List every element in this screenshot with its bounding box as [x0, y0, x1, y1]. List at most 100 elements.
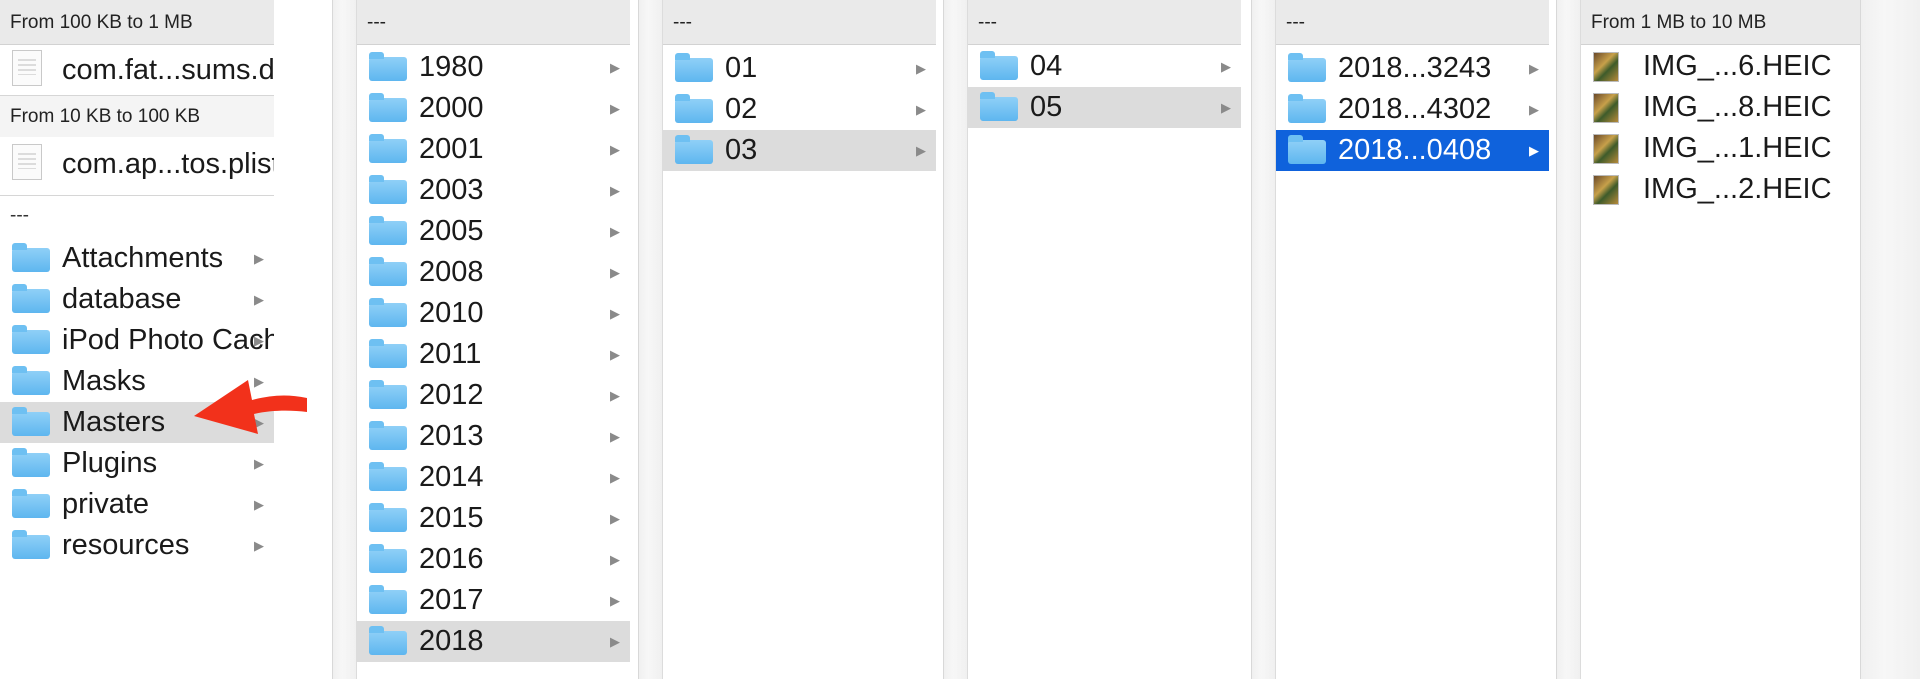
folder-item-plugins[interactable]: Plugins ▶ — [0, 443, 274, 484]
folder-item-database[interactable]: database ▶ — [0, 279, 274, 320]
folder-item-selected[interactable]: 2018...0408 ▶ — [1276, 130, 1549, 171]
folder-icon — [12, 284, 50, 313]
plist-icon — [12, 144, 42, 180]
folder-item[interactable]: 2018...4302 ▶ — [1276, 89, 1549, 130]
image-thumbnail-icon — [1593, 175, 1619, 205]
column-divider[interactable] — [1251, 0, 1275, 679]
folder-label: 2013 — [419, 420, 484, 452]
folder-label: 2018 — [419, 625, 484, 657]
folder-icon — [12, 366, 50, 395]
folder-item[interactable]: 2014 ▶ — [357, 457, 630, 498]
folder-label: 04 — [1030, 50, 1063, 82]
chevron-right-icon: ▶ — [610, 347, 620, 362]
image-file-item[interactable]: IMG_...1.HEIC — [1581, 128, 1860, 169]
column-header: --- — [663, 0, 936, 45]
folder-icon — [12, 325, 50, 354]
folder-item[interactable]: 2003 ▶ — [357, 170, 630, 211]
file-name: IMG_...1.HEIC — [1643, 132, 1832, 164]
folder-item-private[interactable]: private ▶ — [0, 484, 274, 525]
folder-item[interactable]: 2015 ▶ — [357, 498, 630, 539]
folder-item[interactable]: 2005 ▶ — [357, 211, 630, 252]
column-divider[interactable] — [638, 0, 662, 679]
folder-label: 2000 — [419, 92, 484, 124]
folder-icon — [1288, 53, 1326, 82]
chevron-right-icon: ▶ — [254, 456, 264, 471]
chevron-right-icon: ▶ — [610, 470, 620, 485]
column-header: --- — [1276, 0, 1549, 45]
column-divider[interactable] — [1556, 0, 1580, 679]
folder-item[interactable]: 04 ▶ — [968, 46, 1241, 87]
image-file-item[interactable]: IMG_...6.HEIC — [1581, 46, 1860, 87]
folder-label: Plugins — [62, 447, 158, 479]
column-divider[interactable] — [332, 0, 356, 679]
folder-icon — [675, 94, 713, 123]
file-item[interactable]: com.fat...sums.db — [0, 45, 274, 95]
file-name: IMG_...2.HEIC — [1643, 173, 1832, 205]
column-5: --- 2018...3243 ▶ 2018...4302 ▶ 2018...040… — [1275, 0, 1549, 679]
folder-item-selected[interactable]: 05 ▶ — [968, 87, 1241, 128]
chevron-right-icon: ▶ — [610, 511, 620, 526]
file-name: com.fat...sums.db — [62, 54, 274, 86]
folder-item[interactable]: 2013 ▶ — [357, 416, 630, 457]
folder-item[interactable]: 01 ▶ — [663, 48, 936, 89]
folder-item-attachments[interactable]: Attachments ▶ — [0, 238, 274, 279]
folder-label: Masters — [62, 406, 166, 438]
folder-item[interactable]: 2017 ▶ — [357, 580, 630, 621]
chevron-right-icon: ▶ — [610, 634, 620, 649]
chevron-right-icon: ▶ — [610, 593, 620, 608]
folder-icon — [675, 135, 713, 164]
document-icon — [12, 50, 42, 86]
folder-icon — [1288, 135, 1326, 164]
folder-item[interactable]: 2016 ▶ — [357, 539, 630, 580]
column-header: --- — [968, 0, 1241, 45]
folder-icon — [369, 298, 407, 327]
chevron-right-icon: ▶ — [254, 333, 264, 348]
chevron-right-icon: ▶ — [916, 102, 926, 117]
folder-label: 2016 — [419, 543, 484, 575]
column-4: --- 04 ▶ 05 ▶ — [967, 0, 1241, 679]
chevron-right-icon: ▶ — [610, 429, 620, 444]
folder-icon — [12, 407, 50, 436]
folder-label: 1980 — [419, 51, 484, 83]
folder-item-selected[interactable]: 2018 ▶ — [357, 621, 630, 662]
column-divider[interactable] — [1860, 0, 1920, 679]
chevron-right-icon: ▶ — [254, 251, 264, 266]
folder-item[interactable]: 2012 ▶ — [357, 375, 630, 416]
column-divider[interactable] — [943, 0, 967, 679]
folder-icon — [1288, 94, 1326, 123]
folder-label: 2012 — [419, 379, 484, 411]
folder-label: 2014 — [419, 461, 484, 493]
folder-item[interactable]: 2001 ▶ — [357, 129, 630, 170]
chevron-right-icon: ▶ — [610, 388, 620, 403]
file-item[interactable]: com.ap...tos.plist — [0, 139, 274, 189]
folder-item[interactable]: 02 ▶ — [663, 89, 936, 130]
folder-icon — [12, 243, 50, 272]
file-name: IMG_...8.HEIC — [1643, 91, 1832, 123]
folder-item[interactable]: 2011 ▶ — [357, 334, 630, 375]
chevron-right-icon: ▶ — [254, 497, 264, 512]
chevron-right-icon: ▶ — [610, 306, 620, 321]
folder-item[interactable]: 2000 ▶ — [357, 88, 630, 129]
chevron-right-icon: ▶ — [254, 538, 264, 553]
folder-icon — [12, 448, 50, 477]
file-name: com.ap...tos.plist — [62, 148, 274, 180]
image-file-item[interactable]: IMG_...8.HEIC — [1581, 87, 1860, 128]
column-3: --- 01 ▶ 02 ▶ 03 ▶ — [662, 0, 936, 679]
folder-item-selected[interactable]: 03 ▶ — [663, 130, 936, 171]
folder-item-ipod-photo-cache[interactable]: iPod Photo Cache ▶ — [0, 320, 274, 361]
chevron-right-icon: ▶ — [610, 224, 620, 239]
folder-label: 2011 — [419, 338, 482, 370]
image-thumbnail-icon — [1593, 134, 1619, 164]
image-file-item[interactable]: IMG_...2.HEIC — [1581, 169, 1860, 210]
folder-label: iPod Photo Cache — [62, 324, 274, 356]
folder-item[interactable]: 2010 ▶ — [357, 293, 630, 334]
folder-icon — [369, 585, 407, 614]
folder-item-resources[interactable]: resources ▶ — [0, 525, 274, 566]
folder-label: 2015 — [419, 502, 484, 534]
folder-label: private — [62, 488, 150, 520]
folder-label: Masks — [62, 365, 146, 397]
chevron-right-icon: ▶ — [254, 292, 264, 307]
folder-item[interactable]: 1980 ▶ — [357, 47, 630, 88]
folder-item[interactable]: 2008 ▶ — [357, 252, 630, 293]
folder-item[interactable]: 2018...3243 ▶ — [1276, 48, 1549, 89]
